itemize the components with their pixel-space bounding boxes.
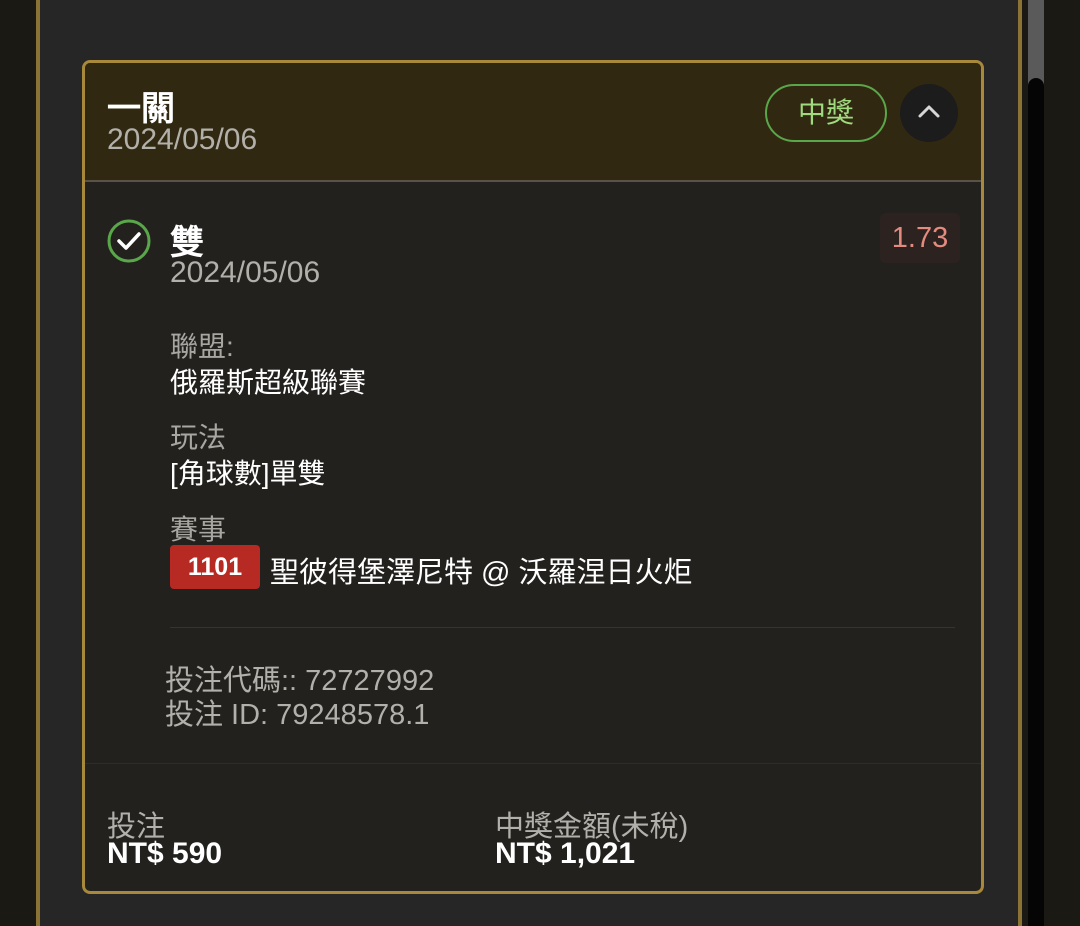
match-name: 聖彼得堡澤尼特 @ 沃羅涅日火炬 bbox=[270, 557, 693, 589]
market-label: 玩法 bbox=[170, 422, 227, 453]
divider bbox=[170, 627, 955, 628]
league-value: 俄羅斯超級聯賽 bbox=[170, 367, 367, 398]
payout-value: NT$ 1,021 bbox=[495, 837, 636, 870]
check-circle-icon bbox=[107, 219, 151, 263]
scrollbar-thumb[interactable] bbox=[1028, 78, 1044, 926]
market-value: [角球數]單雙 bbox=[170, 458, 326, 489]
bet-date: 2024/05/06 bbox=[107, 123, 258, 156]
divider bbox=[85, 763, 981, 764]
league-label: 聯盟: bbox=[170, 331, 234, 362]
bet-id: 投注 ID: 79248578.1 bbox=[165, 699, 430, 731]
odds-badge: 1.73 bbox=[880, 213, 960, 263]
event-label: 賽事 bbox=[170, 514, 227, 545]
chevron-up-icon bbox=[918, 105, 940, 118]
stake-value: NT$ 590 bbox=[107, 837, 223, 870]
match-id-badge: 1101 bbox=[170, 545, 260, 589]
result-status-badge: 中獎 bbox=[765, 84, 887, 142]
selection-date: 2024/05/06 bbox=[170, 256, 321, 289]
bet-card: 一關 2024/05/06 中獎 雙 2024/05/06 1.73 聯盟: 俄… bbox=[82, 60, 984, 894]
bet-card-header[interactable]: 一關 2024/05/06 中獎 bbox=[85, 63, 981, 182]
collapse-button[interactable] bbox=[900, 84, 958, 142]
